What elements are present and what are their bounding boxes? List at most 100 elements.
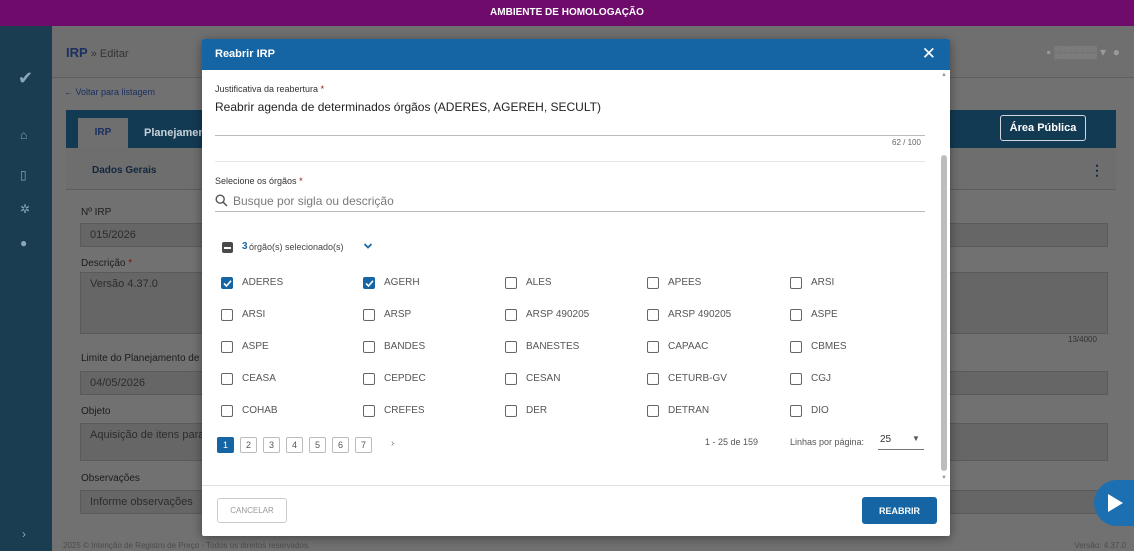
orgao-label: DER: [526, 405, 548, 416]
orgao-label: ASPE: [242, 341, 269, 352]
orgao-label: COHAB: [242, 405, 278, 416]
orgao-checkbox[interactable]: [363, 341, 375, 353]
scroll-up-icon[interactable]: ▲: [941, 72, 947, 78]
chevron-down-icon[interactable]: [363, 241, 373, 251]
check-icon: [223, 280, 232, 288]
modal-title: Reabrir IRP: [215, 48, 275, 60]
orgao-label: CAPAAC: [668, 341, 709, 352]
page-button[interactable]: 5: [309, 437, 326, 453]
page-button[interactable]: 6: [332, 437, 349, 453]
search-underline: [215, 211, 925, 212]
area-publica-button[interactable]: Área Pública: [1000, 115, 1086, 141]
selected-text: órgão(s) selecionado(s): [249, 242, 344, 252]
footer-divider: [202, 485, 950, 486]
orgao-checkbox[interactable]: [647, 405, 659, 417]
user-menu[interactable]: ▪ ▒▒▒▒▒ ▾ ●: [1047, 45, 1120, 59]
orgao-label: CEASA: [242, 373, 276, 384]
orgao-label: ARSI: [811, 277, 835, 288]
more-options-icon[interactable]: ⋮: [1090, 162, 1104, 179]
logo-icon: ✔: [18, 68, 34, 88]
orgao-checkbox[interactable]: [790, 341, 802, 353]
floating-play-button[interactable]: [1094, 480, 1134, 526]
close-icon[interactable]: ✕: [922, 44, 936, 64]
home-icon[interactable]: ⌂: [20, 128, 27, 142]
sidebar: ✔ ⌂ ▯ ✲ ● ›: [0, 26, 52, 551]
range-text: 1 - 25 de 159: [705, 437, 759, 447]
orgao-checkbox[interactable]: [221, 309, 233, 321]
orgao-checkbox[interactable]: [221, 405, 233, 417]
select-all-checkbox[interactable]: [222, 242, 233, 253]
orgao-checkbox[interactable]: [505, 277, 517, 289]
orgao-label: APEES: [668, 277, 702, 288]
orgao-label: ARSP 490205: [526, 309, 590, 320]
orgao-checkbox[interactable]: [790, 373, 802, 385]
justificativa-input[interactable]: Reabrir agenda de determinados órgãos (A…: [215, 100, 601, 114]
page-title: IRP » Editar: [66, 45, 129, 60]
orgao-checkbox[interactable]: [790, 405, 802, 417]
document-icon[interactable]: ▯: [20, 168, 27, 182]
orgao-label: ARSI: [242, 309, 266, 320]
cancel-button[interactable]: CANCELAR: [217, 498, 287, 523]
check-icon: [365, 280, 374, 288]
breadcrumb: » Editar: [87, 48, 129, 60]
orgao-checkbox[interactable]: [221, 341, 233, 353]
irp-number-label: Nº IRP: [81, 207, 112, 218]
search-input[interactable]: [233, 192, 923, 210]
gear-icon[interactable]: ✲: [20, 202, 30, 216]
caret-down-icon: ▼: [912, 434, 920, 443]
footer-text: 2025 © Intenção de Registro de Preço - T…: [63, 541, 311, 550]
page-button[interactable]: 4: [286, 437, 303, 453]
orgao-checkbox[interactable]: [790, 309, 802, 321]
orgaos-search: [215, 192, 925, 212]
orgao-label: DETRAN: [668, 405, 710, 416]
subtab-dados-gerais[interactable]: Dados Gerais: [92, 165, 156, 176]
reabrir-irp-modal: Reabrir IRP ✕ ▲ ▼ Justificativa da reabe…: [202, 39, 950, 536]
orgao-label: ARSP 490205: [668, 309, 732, 320]
search-icon: [215, 194, 228, 207]
page-button[interactable]: 2: [240, 437, 257, 453]
page-button[interactable]: 1: [217, 437, 234, 453]
orgaos-label: Selecione os órgãos *: [215, 176, 303, 186]
environment-banner: AMBIENTE DE HOMOLOGAÇÃO: [0, 0, 1134, 26]
orgao-checkbox[interactable]: [221, 277, 233, 289]
footer-version: Versão: 4.37.0: [1074, 541, 1126, 550]
orgao-label: CESAN: [526, 373, 561, 384]
orgao-checkbox[interactable]: [647, 341, 659, 353]
section-divider: [215, 161, 925, 162]
lightbulb-icon[interactable]: ●: [20, 236, 27, 250]
orgao-checkbox[interactable]: [505, 341, 517, 353]
orgao-label: BANDES: [384, 341, 426, 352]
orgao-label: CGJ: [811, 373, 831, 384]
orgao-checkbox[interactable]: [505, 405, 517, 417]
orgao-label: AGERH: [384, 277, 420, 288]
page-button[interactable]: 7: [355, 437, 372, 453]
page-button[interactable]: 3: [263, 437, 280, 453]
orgao-checkbox[interactable]: [363, 309, 375, 321]
rows-per-page-select[interactable]: 25 ▼: [878, 430, 924, 450]
orgao-checkbox[interactable]: [647, 277, 659, 289]
orgao-label: CETURB-GV: [668, 373, 727, 384]
orgao-checkbox[interactable]: [363, 373, 375, 385]
justificativa-counter: 62 / 100: [892, 138, 921, 147]
scroll-down-icon[interactable]: ▼: [941, 475, 947, 481]
next-page-icon[interactable]: ›: [391, 438, 394, 449]
orgao-checkbox[interactable]: [221, 373, 233, 385]
back-link[interactable]: ← Voltar para listagem: [64, 87, 155, 97]
orgao-checkbox[interactable]: [647, 373, 659, 385]
orgao-checkbox[interactable]: [505, 373, 517, 385]
orgao-label: DIO: [811, 405, 829, 416]
descricao-label: Descrição *: [81, 258, 133, 269]
orgao-checkbox[interactable]: [647, 309, 659, 321]
orgao-label: ADERES: [242, 277, 284, 288]
orgao-checkbox[interactable]: [790, 277, 802, 289]
orgao-checkbox[interactable]: [363, 277, 375, 289]
tab-irp[interactable]: IRP: [78, 118, 128, 148]
scrollbar-thumb[interactable]: [941, 155, 947, 471]
objeto-label: Objeto: [81, 406, 111, 417]
orgao-checkbox[interactable]: [363, 405, 375, 417]
reabrir-button[interactable]: REABRIR: [862, 497, 937, 524]
orgao-checkbox[interactable]: [505, 309, 517, 321]
orgao-label: CEPDEC: [384, 373, 426, 384]
expand-sidebar-icon[interactable]: ›: [22, 527, 26, 541]
tab-planejamento[interactable]: Planejamen: [144, 127, 205, 139]
